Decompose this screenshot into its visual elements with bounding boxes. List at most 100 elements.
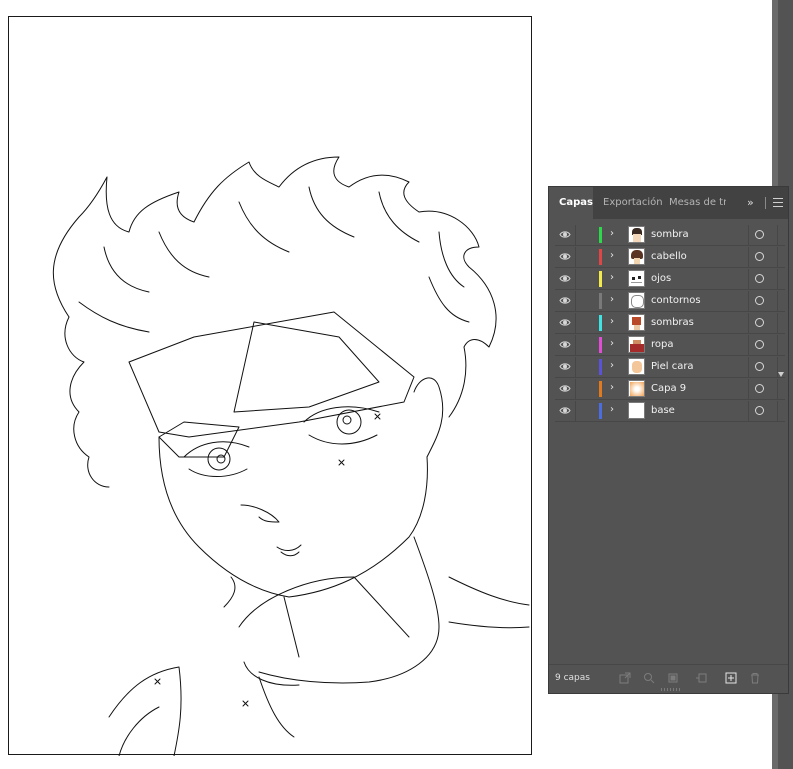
layer-name[interactable]: Capa 9	[651, 383, 686, 394]
new-layer-icon[interactable]	[725, 672, 737, 684]
eye-icon[interactable]	[559, 230, 571, 239]
layer-thumbnail	[628, 248, 645, 265]
chevron-right-icon[interactable]: ›	[610, 338, 614, 349]
tab-capas[interactable]: Capas	[549, 187, 593, 219]
artboard[interactable]	[8, 16, 532, 756]
chevron-right-icon[interactable]: ›	[610, 272, 614, 283]
layer-thumbnail	[628, 314, 645, 331]
layer-thumbnail	[628, 380, 645, 397]
panel-tab-bar: Capas Exportación Mesas de tra »	[549, 187, 788, 219]
layer-thumbnail	[628, 292, 645, 309]
target-circle-icon[interactable]	[755, 362, 764, 371]
layer-name[interactable]: cabello	[651, 251, 687, 262]
layer-thumbnail	[628, 270, 645, 287]
layer-color-swatch	[599, 403, 602, 419]
column-divider	[777, 313, 778, 333]
target-circle-icon[interactable]	[755, 340, 764, 349]
column-divider	[748, 335, 749, 355]
layer-thumbnail	[628, 336, 645, 353]
layer-row[interactable]: › cabello	[555, 247, 785, 268]
layer-row[interactable]: › Piel cara	[555, 357, 785, 378]
trash-icon[interactable]	[749, 672, 761, 684]
target-circle-icon[interactable]	[755, 252, 764, 261]
chevron-right-icon[interactable]: ›	[610, 382, 614, 393]
hamburger-menu-icon[interactable]	[773, 198, 783, 207]
sublayer-icon[interactable]	[695, 672, 707, 684]
column-divider	[575, 401, 576, 421]
layer-name[interactable]: sombras	[651, 317, 694, 328]
export-icon[interactable]	[619, 672, 631, 684]
column-divider	[748, 291, 749, 311]
layer-name[interactable]: contornos	[651, 295, 701, 306]
line-art-drawing	[52, 156, 530, 756]
chevron-right-icon[interactable]: ›	[610, 250, 614, 261]
column-divider	[777, 335, 778, 355]
target-circle-icon[interactable]	[755, 406, 764, 415]
column-divider	[575, 379, 576, 399]
eye-icon[interactable]	[559, 252, 571, 261]
target-circle-icon[interactable]	[755, 230, 764, 239]
layer-name[interactable]: base	[651, 405, 675, 416]
chevron-right-icon[interactable]: ›	[610, 316, 614, 327]
layer-name[interactable]: Piel cara	[651, 361, 694, 372]
chevron-right-icon[interactable]: ›	[610, 294, 614, 305]
eye-icon[interactable]	[559, 384, 571, 393]
layer-count: 9 capas	[555, 673, 590, 683]
tab-exportacion[interactable]: Exportación	[603, 187, 663, 219]
eye-icon[interactable]	[559, 406, 571, 415]
double-chevron-right-icon[interactable]: »	[747, 196, 754, 209]
column-divider	[777, 291, 778, 311]
locate-object-icon[interactable]	[643, 672, 655, 684]
column-divider	[777, 379, 778, 399]
target-circle-icon[interactable]	[755, 384, 764, 393]
layer-row[interactable]: › ojos	[555, 269, 785, 290]
layer-row[interactable]: › base	[555, 401, 785, 422]
chevron-right-icon[interactable]: ›	[610, 360, 614, 371]
tab-mesas-de-trabajo[interactable]: Mesas de tra	[669, 187, 726, 219]
column-divider	[777, 269, 778, 289]
column-divider	[748, 379, 749, 399]
column-divider	[575, 225, 576, 245]
eye-icon[interactable]	[559, 318, 571, 327]
eye-icon[interactable]	[559, 362, 571, 371]
eye-icon[interactable]	[559, 274, 571, 283]
layer-color-swatch	[599, 381, 602, 397]
target-circle-icon[interactable]	[755, 318, 764, 327]
layer-name[interactable]: ojos	[651, 273, 671, 284]
column-divider	[777, 247, 778, 267]
target-circle-icon[interactable]	[755, 274, 764, 283]
eye-icon[interactable]	[559, 340, 571, 349]
column-divider	[748, 225, 749, 245]
resize-grip[interactable]	[661, 688, 681, 691]
eye-icon[interactable]	[559, 296, 571, 305]
column-divider	[575, 335, 576, 355]
layer-color-swatch	[599, 293, 602, 309]
layer-color-swatch	[599, 337, 602, 353]
layer-color-swatch	[599, 249, 602, 265]
column-divider	[575, 247, 576, 267]
layers-list: › sombra › cabello › ojos › contornos › sombras › r…	[555, 225, 785, 423]
chevron-right-icon[interactable]: ›	[610, 228, 614, 239]
layer-color-swatch	[599, 359, 602, 375]
layer-row[interactable]: › contornos	[555, 291, 785, 312]
column-divider	[748, 401, 749, 421]
layer-color-swatch	[599, 227, 602, 243]
layer-row[interactable]: › ropa	[555, 335, 785, 356]
layer-row[interactable]: › sombra	[555, 225, 785, 246]
panel-footer: 9 capas	[549, 664, 788, 693]
selection-corner-icon	[778, 372, 784, 377]
layer-name[interactable]: ropa	[651, 339, 674, 350]
layer-row[interactable]: › Capa 9	[555, 379, 785, 400]
layer-color-swatch	[599, 315, 602, 331]
column-divider	[777, 401, 778, 421]
column-divider	[575, 313, 576, 333]
clipping-mask-icon[interactable]	[667, 672, 679, 684]
target-circle-icon[interactable]	[755, 296, 764, 305]
chevron-right-icon[interactable]: ›	[610, 404, 614, 415]
layer-name[interactable]: sombra	[651, 229, 689, 240]
column-divider	[777, 225, 778, 245]
layer-thumbnail	[628, 358, 645, 375]
layer-color-swatch	[599, 271, 602, 287]
column-divider	[748, 247, 749, 267]
layer-row[interactable]: › sombras	[555, 313, 785, 334]
